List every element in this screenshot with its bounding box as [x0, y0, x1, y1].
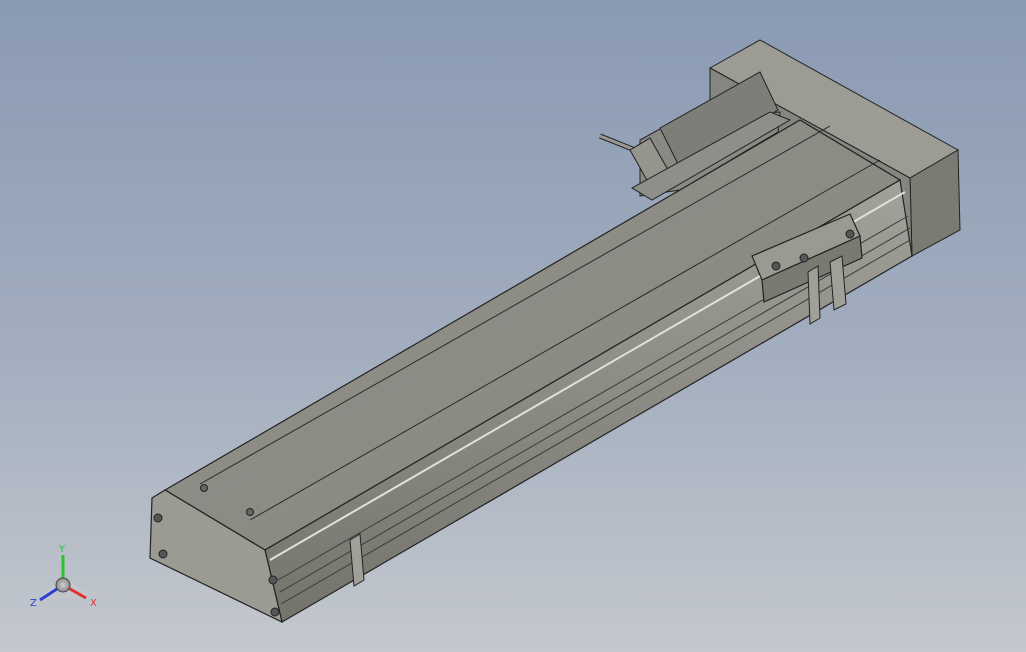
- y-axis-label: Y: [58, 544, 66, 555]
- actuator-body: [149, 119, 913, 624]
- axis-triad: Y Z X: [30, 544, 97, 609]
- x-axis-label: X: [90, 598, 97, 609]
- z-axis-label: Z: [30, 598, 37, 609]
- linear-actuator-model[interactable]: Y Z X: [0, 0, 1026, 652]
- cad-viewport[interactable]: Y Z X: [0, 0, 1026, 652]
